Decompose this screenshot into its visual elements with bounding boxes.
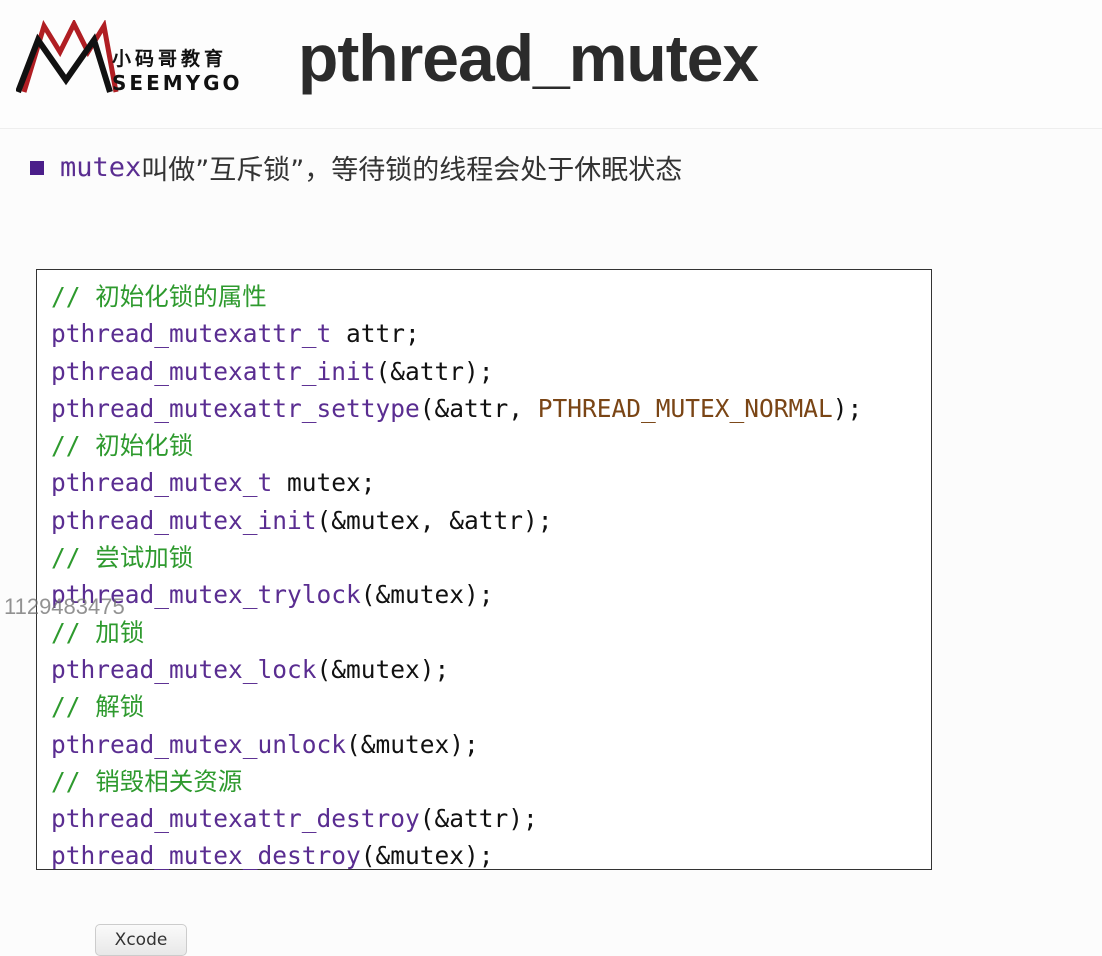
code-text: (&mutex); bbox=[346, 729, 479, 759]
code-text: (&mutex, &attr); bbox=[316, 505, 553, 535]
code-content: // 初始化锁的属性 pthread_mutexattr_t attr; pthre… bbox=[51, 278, 862, 875]
code-line: // 初始化锁的属性 bbox=[51, 278, 862, 315]
logo-text-cn: 小码哥教育 bbox=[112, 48, 228, 70]
bullet-square-icon bbox=[30, 160, 44, 175]
code-line: pthread_mutex_t mutex; bbox=[51, 464, 862, 501]
code-comment: // 初始化锁的属性 bbox=[51, 282, 267, 311]
code-identifier: pthread_mutexattr_destroy bbox=[51, 804, 420, 834]
page-title: pthread_mutex bbox=[298, 21, 759, 95]
code-comment: // 加锁 bbox=[51, 617, 145, 647]
code-line: pthread_mutex_trylock(&mutex); bbox=[51, 576, 862, 613]
code-line: pthread_mutexattr_destroy(&attr); bbox=[51, 800, 862, 837]
code-text: (&mutex); bbox=[316, 654, 450, 684]
code-line: pthread_mutexattr_t attr; bbox=[51, 315, 862, 352]
code-identifier: pthread_mutex_init bbox=[51, 505, 317, 535]
code-line: pthread_mutexattr_settype(&attr, PTHREAD… bbox=[51, 390, 862, 427]
code-line: pthread_mutexattr_init(&attr); bbox=[51, 353, 862, 390]
code-line: pthread_mutex_unlock(&mutex); bbox=[51, 726, 862, 763]
code-line: pthread_mutex_init(&mutex, &attr); bbox=[51, 502, 862, 539]
code-line: // 加锁 bbox=[51, 614, 862, 651]
code-line: pthread_mutex_destroy(&mutex); bbox=[51, 837, 862, 874]
code-text: attr; bbox=[331, 319, 420, 349]
code-text: (&attr, bbox=[419, 393, 538, 423]
code-identifier: pthread_mutexattr_t bbox=[51, 319, 332, 349]
code-identifier: pthread_mutexattr_settype bbox=[51, 393, 420, 423]
code-line: // 尝试加锁 bbox=[51, 539, 862, 576]
code-text: (&attr); bbox=[419, 804, 538, 834]
code-identifier: pthread_mutex_lock bbox=[51, 654, 317, 684]
logo-text-en: SEEMYGO bbox=[112, 71, 243, 95]
code-comment: // 销毁相关资源 bbox=[51, 766, 243, 796]
code-line: // 销毁相关资源 bbox=[51, 763, 862, 800]
code-line: // 解锁 bbox=[51, 688, 862, 725]
code-text: (&attr); bbox=[375, 356, 494, 386]
code-identifier: pthread_mutex_unlock bbox=[51, 729, 347, 759]
code-text: (&mutex); bbox=[360, 841, 494, 871]
code-identifier: pthread_mutex_destroy bbox=[51, 841, 361, 871]
code-comment: // 尝试加锁 bbox=[51, 543, 194, 573]
code-identifier: pthread_mutexattr_init bbox=[51, 356, 376, 386]
code-text: mutex; bbox=[272, 468, 376, 498]
xcode-button[interactable]: Xcode bbox=[95, 924, 187, 956]
code-line: // 初始化锁 bbox=[51, 427, 862, 464]
bullet-keyword: mutex bbox=[60, 152, 142, 183]
code-block: // 初始化锁的属性 pthread_mutexattr_t attr; pthre… bbox=[36, 269, 932, 870]
code-comment: // 初始化锁 bbox=[51, 431, 194, 461]
watermark: 1129483475 bbox=[4, 594, 125, 619]
code-text: (&mutex); bbox=[360, 580, 494, 610]
code-line: pthread_mutex_lock(&mutex); bbox=[51, 651, 862, 688]
bullet-text: 叫做”互斥锁”，等待锁的线程会处于休眠状态 bbox=[141, 155, 683, 186]
bullet-point: mutex 叫做”互斥锁”，等待锁的线程会处于休眠状态 bbox=[30, 148, 682, 187]
code-identifier: pthread_mutex_t bbox=[51, 468, 273, 498]
code-comment: // 解锁 bbox=[51, 692, 145, 722]
code-text: ); bbox=[832, 393, 863, 423]
slide-header: 小码哥教育 SEEMYGO pthread_mutex bbox=[0, 0, 1102, 129]
code-constant: PTHREAD_MUTEX_NORMAL bbox=[537, 393, 833, 423]
